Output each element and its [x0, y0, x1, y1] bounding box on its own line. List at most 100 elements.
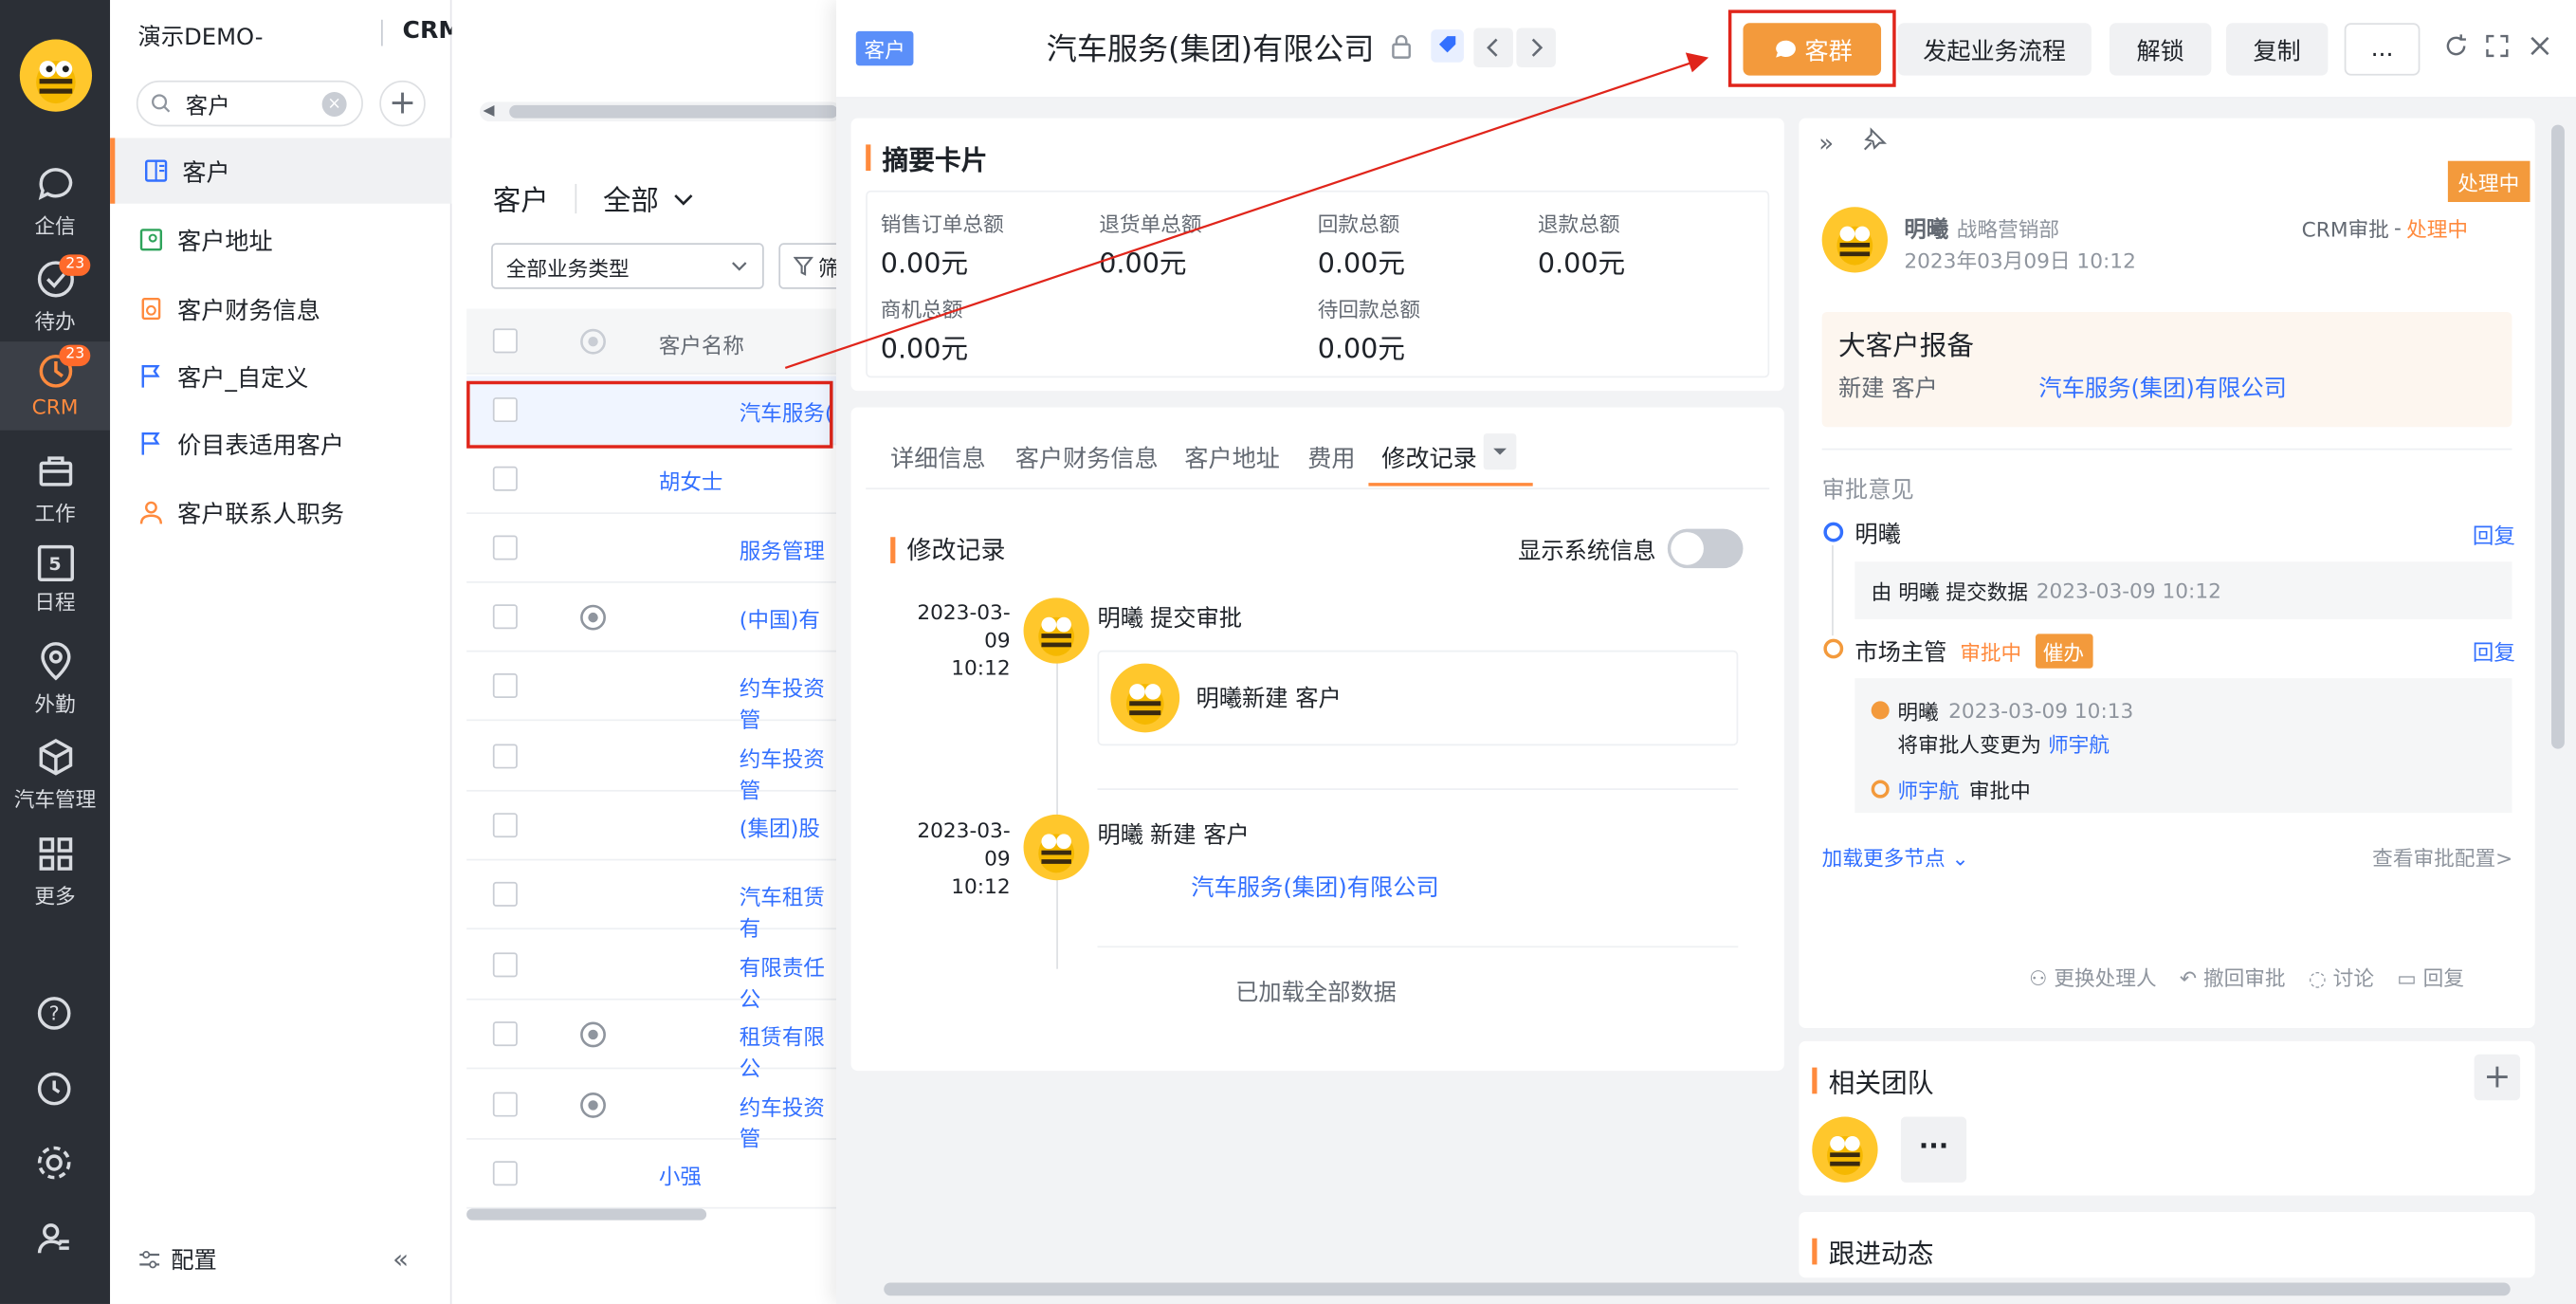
customer-name-link[interactable]: 服务管理: [740, 534, 825, 565]
row-checkbox[interactable]: [492, 1092, 518, 1117]
tab-dropdown-icon[interactable]: [1483, 433, 1517, 470]
opinion-title: 审批意见: [1821, 477, 1914, 505]
nav-item-crm[interactable]: CRM 23: [0, 341, 111, 431]
table-row[interactable]: 约车投资管: [466, 1071, 845, 1153]
change-handler-button[interactable]: ⚇ 更换处理人: [2029, 961, 2157, 992]
unlock-button[interactable]: 解锁: [2109, 23, 2212, 76]
customer-name-link[interactable]: 小强: [659, 1160, 702, 1191]
start-flow-button[interactable]: 发起业务流程: [1897, 23, 2092, 76]
customer-name-link[interactable]: 胡女士: [659, 465, 723, 496]
row-checkbox[interactable]: [492, 881, 518, 907]
menu-item-customer-address[interactable]: 客户地址: [110, 207, 451, 272]
log-record-link[interactable]: 汽车服务(集团)有限公司: [1191, 871, 1439, 904]
business-type-select[interactable]: 全部业务类型: [491, 243, 764, 289]
discuss-button[interactable]: ◌ 讨论: [2309, 961, 2374, 992]
nav-item-calendar[interactable]: 5 日程: [0, 544, 110, 615]
more-button[interactable]: ...: [2344, 23, 2421, 76]
menu-search-box[interactable]: 客户 ×: [136, 80, 363, 127]
tab-fees[interactable]: 费用: [1307, 440, 1355, 474]
tab-change-log[interactable]: 修改记录: [1381, 440, 1477, 474]
team-avatar[interactable]: [1812, 1116, 1878, 1183]
table-row[interactable]: 租赁有限公: [466, 1001, 845, 1082]
nav-item-field[interactable]: 外勤: [0, 640, 110, 717]
nav-item-chat[interactable]: 企信: [0, 162, 110, 239]
load-more-nodes-link[interactable]: 加载更多节点 ⌄: [1822, 841, 1969, 872]
table-row[interactable]: (集团)股: [466, 792, 845, 861]
customer-name-link[interactable]: (中国)有: [740, 603, 820, 634]
table-row[interactable]: 小强: [466, 1140, 845, 1209]
vertical-scrollbar[interactable]: [2549, 119, 2566, 1275]
reply-link[interactable]: 回复: [2473, 519, 2515, 550]
row-checkbox[interactable]: [492, 813, 518, 838]
settings-gear-icon[interactable]: [36, 1145, 72, 1181]
scope-selector[interactable]: 全部: [603, 177, 659, 219]
help-icon[interactable]: ?: [36, 995, 72, 1031]
user-settings-icon[interactable]: [36, 1221, 72, 1257]
node2-approver-link[interactable]: 师宇航: [1897, 774, 1959, 805]
row-checkbox[interactable]: [492, 604, 518, 630]
menu-item-customer-finance[interactable]: 客户财务信息: [110, 276, 451, 341]
table-scrollbar[interactable]: [466, 1208, 707, 1221]
row-checkbox[interactable]: [492, 535, 518, 560]
node2-change-link[interactable]: 师宇航: [2048, 727, 2110, 759]
add-member-button[interactable]: +: [2474, 1054, 2521, 1101]
scroll-left-icon[interactable]: ◀: [483, 103, 494, 119]
pin-icon[interactable]: [1861, 126, 1888, 153]
nav-item-todo[interactable]: 待办 23: [0, 254, 110, 335]
table-row[interactable]: 汽车租赁有: [466, 860, 845, 943]
collapse-icon[interactable]: »: [1818, 128, 1834, 157]
table-row[interactable]: 约车投资管: [466, 723, 845, 805]
stat-label: 销售订单总额: [880, 211, 1004, 237]
location-target-icon: [580, 328, 606, 355]
row-checkbox[interactable]: [492, 672, 518, 698]
reply-button[interactable]: ▭ 回复: [2397, 961, 2464, 992]
clear-icon[interactable]: ×: [321, 91, 347, 117]
menu-item-contact-position[interactable]: 客户联系人职务: [110, 480, 451, 545]
menu-item-pricelist-customer[interactable]: 价目表适用客户: [110, 411, 451, 476]
menu-search-input[interactable]: 客户: [186, 87, 230, 120]
tag-icon[interactable]: [1431, 29, 1464, 63]
history-icon[interactable]: [36, 1071, 72, 1107]
nav-item-work[interactable]: 工作: [0, 450, 110, 526]
refresh-icon[interactable]: [2443, 33, 2470, 60]
close-icon[interactable]: [2527, 33, 2553, 60]
node1-text: 由 明曦 提交数据: [1871, 579, 2029, 605]
table-row[interactable]: 有限责任公: [466, 931, 845, 1013]
next-record-button[interactable]: [1516, 28, 1556, 67]
config-button[interactable]: 配置: [138, 1243, 217, 1276]
withdraw-button[interactable]: ↶ 撤回审批: [2180, 961, 2286, 992]
urge-button[interactable]: 催办: [2035, 634, 2092, 669]
chevron-down-icon[interactable]: [672, 187, 695, 210]
tab-details[interactable]: 详细信息: [890, 440, 986, 474]
lock-icon[interactable]: [1388, 33, 1415, 60]
copy-button[interactable]: 复制: [2225, 23, 2329, 76]
table-row[interactable]: 胡女士: [466, 445, 845, 515]
reply-link[interactable]: 回复: [2473, 635, 2515, 667]
show-system-toggle[interactable]: [1667, 528, 1744, 569]
panel-horizontal-scrollbar[interactable]: [851, 1279, 2544, 1299]
add-menu-button[interactable]: +: [379, 80, 426, 127]
table-row[interactable]: 服务管理: [466, 514, 845, 583]
approval-box-link[interactable]: 汽车服务(集团)有限公司: [2038, 371, 2287, 404]
table-row[interactable]: (中国)有: [466, 583, 845, 652]
horizontal-scrollbar[interactable]: [479, 101, 842, 122]
table-row[interactable]: 约车投资管: [466, 652, 845, 734]
view-config-link[interactable]: 查看审批配置>: [2372, 841, 2512, 872]
row-checkbox[interactable]: [492, 744, 518, 769]
row-checkbox[interactable]: [492, 952, 518, 978]
expand-icon[interactable]: [2484, 33, 2511, 60]
row-checkbox[interactable]: [492, 1021, 518, 1047]
row-checkbox[interactable]: [492, 1161, 518, 1186]
select-all-checkbox[interactable]: [492, 328, 518, 354]
nav-item-more[interactable]: 更多: [0, 833, 110, 909]
customer-name-link[interactable]: (集团)股: [740, 811, 820, 842]
collapse-menu-icon[interactable]: «: [393, 1243, 409, 1275]
row-checkbox[interactable]: [492, 466, 518, 491]
tab-finance[interactable]: 客户财务信息: [1015, 440, 1159, 474]
more-members-button[interactable]: ···: [1900, 1116, 1967, 1183]
menu-item-customer[interactable]: 客户: [110, 138, 452, 204]
nav-item-car[interactable]: 汽车管理: [0, 736, 110, 813]
prev-record-button[interactable]: [1473, 28, 1513, 67]
tab-address[interactable]: 客户地址: [1184, 440, 1280, 474]
menu-item-customer-custom[interactable]: 客户_自定义: [110, 343, 451, 409]
